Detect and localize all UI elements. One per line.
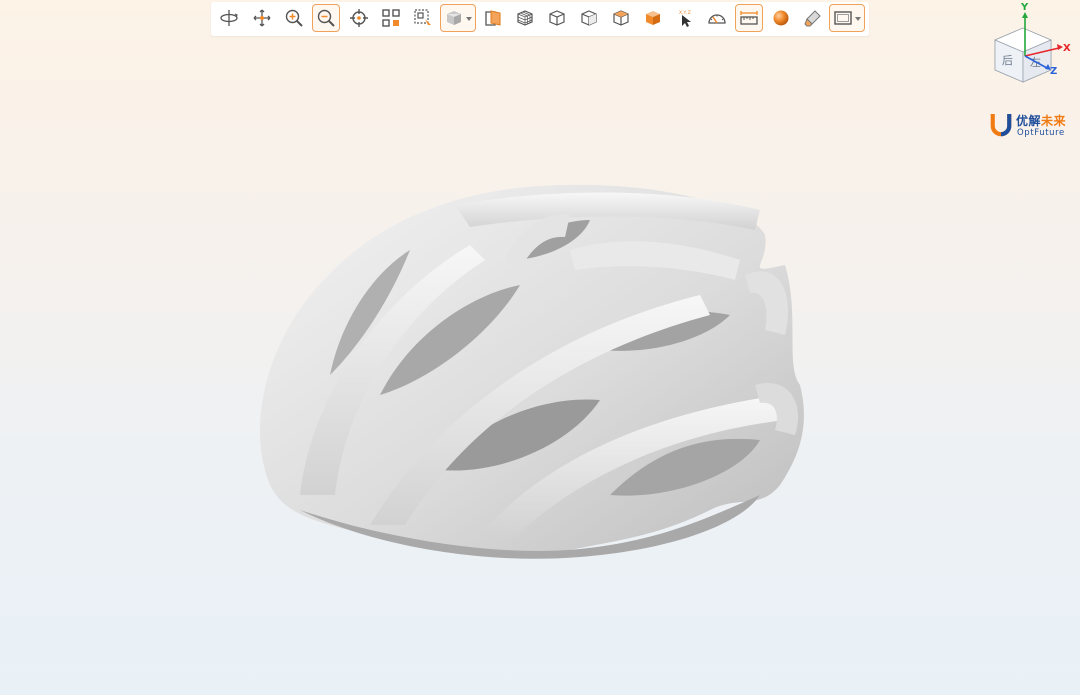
frame-icon (834, 11, 852, 25)
sphere-icon (773, 10, 789, 26)
zoom-in-button[interactable] (280, 4, 308, 32)
fit-center-button[interactable] (345, 4, 373, 32)
material-button[interactable] (767, 4, 795, 32)
logo-cn-blue: 优解 (1016, 114, 1042, 128)
view-cube[interactable]: 后 左 Y X Z (985, 0, 1077, 92)
shaded-cube-icon (447, 11, 461, 25)
solid-cube-icon (646, 11, 660, 25)
pan-icon (253, 9, 271, 27)
section-plane-icon (485, 10, 501, 26)
eraser-icon (804, 10, 821, 27)
measure-distance-button[interactable] (735, 4, 763, 32)
section-plane-button[interactable] (479, 4, 507, 32)
mesh-button[interactable] (511, 4, 539, 32)
rotate-button[interactable] (215, 4, 243, 32)
ruler-icon (740, 11, 758, 25)
zoom-out-icon (317, 9, 335, 27)
measure-angle-button[interactable] (703, 4, 731, 32)
pan-button[interactable] (248, 4, 276, 32)
wireframe-cube-icon (549, 10, 565, 26)
viewer-toolbar: X,Y,Z (211, 2, 869, 36)
rotate-icon (220, 10, 238, 26)
mesh-cube-icon (517, 10, 533, 26)
view-top-button[interactable] (607, 4, 635, 32)
logo-chinese-name: 优解未来 (1016, 112, 1066, 129)
y-axis-label: Y (1020, 2, 1029, 13)
zoom-out-button[interactable] (312, 4, 340, 32)
helmet-model[interactable] (240, 165, 820, 565)
background-dropdown[interactable] (829, 4, 865, 32)
logo-english-name: OptFuture (1017, 128, 1065, 138)
view-front-button[interactable] (575, 4, 603, 32)
svg-text:X,Y,Z: X,Y,Z (679, 10, 691, 16)
brand-logo: 优解未来 OptFuture (990, 112, 1078, 142)
zoom-in-icon (285, 9, 303, 27)
x-axis-label: X (1063, 43, 1071, 54)
zoom-all-button[interactable] (377, 4, 405, 32)
zoom-all-icon (382, 9, 400, 27)
crosshair-icon (350, 9, 368, 27)
u-logo-icon (990, 114, 1012, 137)
protractor-icon (708, 14, 726, 24)
chevron-down-icon (466, 17, 472, 21)
pick-point-button[interactable]: X,Y,Z (671, 4, 699, 32)
zoom-window-button[interactable] (409, 4, 437, 32)
logo-cn-orange: 未来 (1041, 114, 1067, 128)
cube-top-icon (613, 10, 629, 26)
cube-front-icon (581, 10, 597, 26)
zoom-window-icon (414, 9, 431, 25)
chevron-down-icon (855, 17, 861, 21)
view-cube-back-label: 后 (1002, 54, 1013, 67)
pick-point-icon: X,Y,Z (679, 10, 691, 27)
view-iso-button[interactable] (543, 4, 571, 32)
eraser-button[interactable] (799, 4, 827, 32)
view-solid-button[interactable] (639, 4, 667, 32)
z-axis-label: Z (1050, 66, 1057, 77)
shading-dropdown[interactable] (440, 4, 476, 32)
